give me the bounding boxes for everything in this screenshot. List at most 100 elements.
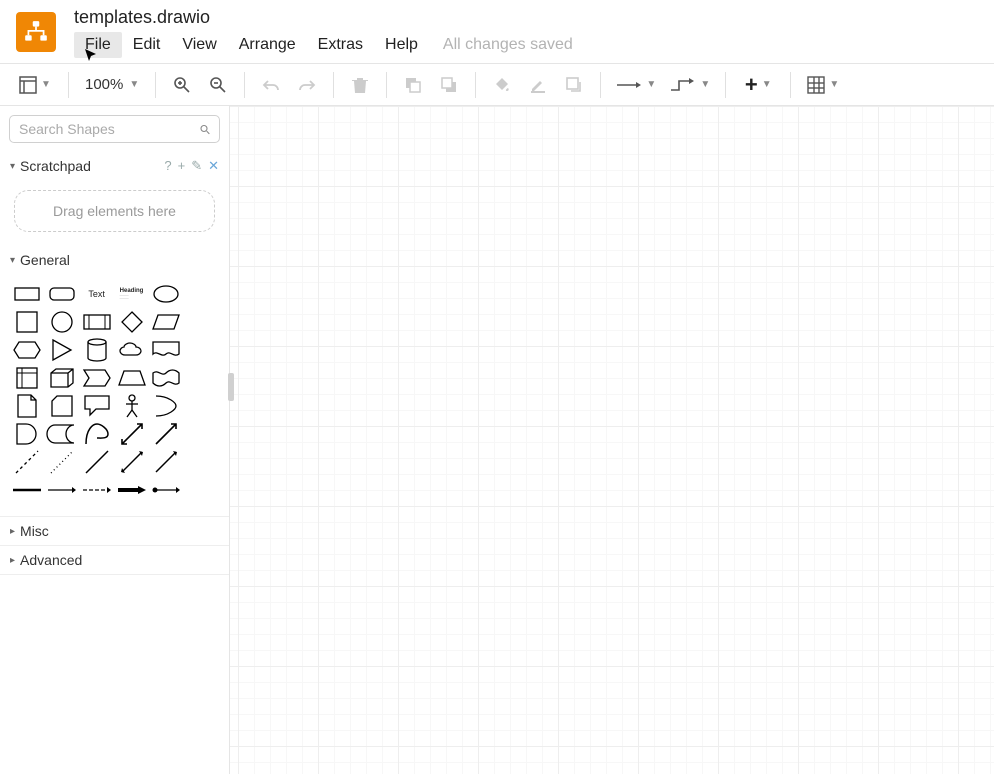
file-name[interactable]: templates.drawio <box>74 7 573 28</box>
menu-view[interactable]: View <box>171 32 227 58</box>
shape-connector-dot[interactable] <box>151 478 181 502</box>
advanced-panel-label: Advanced <box>20 552 82 568</box>
close-icon[interactable]: ✕ <box>208 158 219 174</box>
toolbar-separator <box>600 72 601 98</box>
shape-trapezoid[interactable] <box>117 366 147 390</box>
shape-directional-connector[interactable] <box>151 450 181 474</box>
collapse-icon <box>10 255 15 266</box>
canvas-grid <box>230 106 994 774</box>
shape-dotted-line[interactable] <box>47 450 77 474</box>
menu-file[interactable]: File <box>74 32 122 58</box>
to-front-button[interactable] <box>397 69 429 101</box>
shape-empty <box>186 394 216 418</box>
edit-icon[interactable]: ✎ <box>191 158 202 174</box>
shape-arrow[interactable] <box>151 422 181 446</box>
shape-empty <box>186 282 216 306</box>
shape-data-storage[interactable] <box>47 422 77 446</box>
menu-bar: File Edit View Arrange Extras Help All c… <box>74 32 573 58</box>
insert-button[interactable]: + ▼ <box>736 72 780 98</box>
shape-internal-storage[interactable] <box>12 366 42 390</box>
menu-edit[interactable]: Edit <box>122 32 172 58</box>
chevron-down-icon: ▼ <box>700 79 710 90</box>
sidebar-splitter[interactable] <box>228 373 234 401</box>
search-input[interactable] <box>19 121 200 137</box>
shape-curve[interactable] <box>82 422 112 446</box>
shape-step[interactable] <box>82 366 112 390</box>
general-panel-label: General <box>20 252 70 268</box>
to-back-button[interactable] <box>433 69 465 101</box>
shape-bidirectional-arrow[interactable] <box>117 422 147 446</box>
shape-ellipse[interactable] <box>151 282 181 306</box>
shape-triangle[interactable] <box>47 338 77 362</box>
advanced-panel-header[interactable]: Advanced <box>0 545 229 575</box>
scratchpad-drop-area[interactable]: Drag elements here <box>14 190 215 232</box>
chevron-down-icon: ▼ <box>762 79 772 90</box>
scratchpad-panel-header[interactable]: Scratchpad ? + ✎ ✕ <box>0 152 229 180</box>
menu-extras[interactable]: Extras <box>307 32 374 58</box>
table-button[interactable]: ▼ <box>801 76 845 94</box>
undo-button[interactable] <box>255 69 287 101</box>
toolbar-separator <box>475 72 476 98</box>
header: templates.drawio File Edit View Arrange … <box>0 0 994 64</box>
toolbar-separator <box>333 72 334 98</box>
shape-diamond[interactable] <box>117 310 147 334</box>
shape-thin-arrow[interactable] <box>47 478 77 502</box>
shape-line[interactable] <box>82 450 112 474</box>
shape-square[interactable] <box>12 310 42 334</box>
shape-card[interactable] <box>47 394 77 418</box>
toolbar-separator <box>155 72 156 98</box>
shape-bidirectional-connector[interactable] <box>117 450 147 474</box>
help-icon[interactable]: ? <box>164 158 171 174</box>
shadow-button[interactable] <box>558 69 590 101</box>
add-icon[interactable]: + <box>178 158 186 174</box>
toolbar-separator <box>68 72 69 98</box>
fill-color-button[interactable] <box>486 69 518 101</box>
waypoint-style-button[interactable]: ▼ <box>665 78 715 92</box>
toolbar-separator <box>244 72 245 98</box>
shape-callout[interactable] <box>82 394 112 418</box>
shape-process[interactable] <box>82 310 112 334</box>
delete-button[interactable] <box>344 69 376 101</box>
app-logo[interactable] <box>16 12 56 52</box>
shape-tape[interactable] <box>151 366 181 390</box>
zoom-in-button[interactable] <box>166 69 198 101</box>
shape-empty <box>186 450 216 474</box>
shape-and[interactable] <box>12 422 42 446</box>
shape-parallelogram[interactable] <box>151 310 181 334</box>
shape-or[interactable] <box>151 394 181 418</box>
shape-arrow-filled[interactable] <box>117 478 147 502</box>
zoom-out-button[interactable] <box>202 69 234 101</box>
redo-button[interactable] <box>291 69 323 101</box>
plus-icon: + <box>745 72 758 98</box>
shape-arrow-open[interactable] <box>82 478 112 502</box>
shape-textbox[interactable]: Heading—————— <box>117 282 147 306</box>
shape-cloud[interactable] <box>117 338 147 362</box>
search-icon <box>200 122 210 137</box>
page-view-button[interactable]: ▼ <box>12 76 58 94</box>
shape-dashed-line[interactable] <box>12 450 42 474</box>
shape-actor[interactable] <box>117 394 147 418</box>
zoom-select[interactable]: 100% ▼ <box>79 69 145 101</box>
line-color-button[interactable] <box>522 69 554 101</box>
shapes-sidebar: Scratchpad ? + ✎ ✕ Drag elements here Ge… <box>0 106 230 774</box>
shape-circle[interactable] <box>47 310 77 334</box>
shape-rectangle[interactable] <box>12 282 42 306</box>
shape-hexagon[interactable] <box>12 338 42 362</box>
shape-document[interactable] <box>151 338 181 362</box>
general-panel-header[interactable]: General <box>0 246 229 274</box>
search-shapes-box[interactable] <box>9 115 220 143</box>
shape-text[interactable]: Text <box>82 282 112 306</box>
toolbar: ▼ 100% ▼ ▼ ▼ <box>0 64 994 106</box>
shape-rounded-rectangle[interactable] <box>47 282 77 306</box>
menu-help[interactable]: Help <box>374 32 429 58</box>
shape-note[interactable] <box>12 394 42 418</box>
misc-panel-header[interactable]: Misc <box>0 516 229 545</box>
connection-style-button[interactable]: ▼ <box>611 79 661 91</box>
general-shapes-grid: Text Heading—————— <box>0 274 229 516</box>
shape-cube[interactable] <box>47 366 77 390</box>
shape-link[interactable] <box>12 478 42 502</box>
menu-arrange[interactable]: Arrange <box>228 32 307 58</box>
shape-empty <box>186 478 216 502</box>
shape-cylinder[interactable] <box>82 338 112 362</box>
canvas[interactable] <box>230 106 994 774</box>
